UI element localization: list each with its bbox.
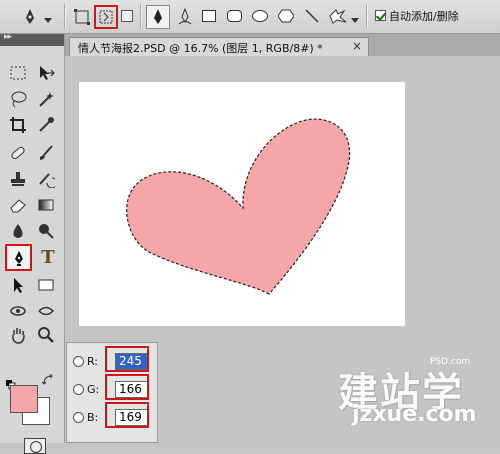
preset-dropdown-arrow-icon[interactable] <box>44 13 52 23</box>
green-radio[interactable] <box>73 384 84 395</box>
red-label: R: <box>87 355 99 368</box>
freeform-pen-icon[interactable] <box>176 7 194 27</box>
eraser-tool-icon[interactable] <box>6 194 30 216</box>
crop-tool-icon[interactable] <box>6 114 30 136</box>
green-value-highlight <box>105 374 149 400</box>
paths-mode-button[interactable] <box>94 5 118 29</box>
marquee-tool-icon[interactable] <box>6 62 30 84</box>
zoom-tool-icon[interactable] <box>34 324 58 346</box>
eyedropper-icon[interactable] <box>34 114 58 136</box>
document-tab[interactable]: 情人节海报2.PSD @ 16.7% (图层 1, RGB/8#) * × <box>69 37 369 56</box>
pen-tool-preset-icon[interactable] <box>20 7 40 27</box>
green-label: G: <box>87 383 100 396</box>
clone-stamp-icon[interactable] <box>6 168 30 190</box>
dodge-tool-icon[interactable] <box>34 220 58 242</box>
pen-tool-icon[interactable] <box>5 244 32 271</box>
document-tab-title: 情人节海报2.PSD @ 16.7% (图层 1, RGB/8#) * <box>78 42 323 55</box>
blue-label: B: <box>87 411 99 424</box>
heart-selection[interactable] <box>79 82 405 326</box>
custom-shape-tool-icon[interactable] <box>328 7 348 25</box>
toolbox: ▸▸ T <box>0 32 65 454</box>
healing-brush-icon[interactable] <box>6 142 30 164</box>
history-brush-icon[interactable] <box>34 168 58 190</box>
shape-layers-icon[interactable] <box>74 9 90 25</box>
auto-add-delete-checkbox[interactable] <box>375 10 386 21</box>
close-icon[interactable]: × <box>352 39 362 53</box>
shape-dropdown-arrow-icon[interactable] <box>351 13 359 23</box>
red-value-highlight <box>105 346 149 372</box>
move-tool-icon[interactable] <box>34 62 58 84</box>
red-radio[interactable] <box>73 356 84 367</box>
swap-colors-icon[interactable] <box>41 373 54 386</box>
rectangle-shape-tool-icon[interactable] <box>34 274 58 296</box>
path-selection-icon[interactable] <box>6 274 30 296</box>
3d-orbit-tool-icon[interactable] <box>34 300 58 322</box>
brush-tool-icon[interactable] <box>34 142 58 164</box>
blue-radio[interactable] <box>73 412 84 423</box>
foreground-color-swatch[interactable] <box>10 385 38 413</box>
polygon-tool-icon[interactable] <box>277 8 295 24</box>
options-bar: 自动添加/删除 <box>0 0 500 34</box>
line-tool-icon[interactable] <box>304 8 320 24</box>
type-tool-icon[interactable]: T <box>36 246 60 268</box>
document-tab-strip: 情人节海报2.PSD @ 16.7% (图层 1, RGB/8#) * × <box>65 34 500 56</box>
pen-tool-option-icon[interactable] <box>146 5 170 29</box>
rounded-rectangle-tool-icon[interactable] <box>227 10 242 22</box>
toolbox-header[interactable]: ▸▸ <box>0 32 64 46</box>
quick-mask-icon[interactable] <box>24 438 46 454</box>
3d-rotate-tool-icon[interactable] <box>6 300 30 322</box>
rectangle-tool-icon[interactable] <box>202 10 216 22</box>
hand-tool-icon[interactable] <box>6 324 30 346</box>
document-canvas[interactable] <box>79 82 405 326</box>
blue-value-highlight <box>105 402 149 428</box>
ellipse-tool-icon[interactable] <box>252 10 268 22</box>
magic-wand-icon[interactable] <box>34 88 58 110</box>
gradient-tool-icon[interactable] <box>34 194 58 216</box>
blur-tool-icon[interactable] <box>6 220 30 242</box>
auto-add-delete-label: 自动添加/删除 <box>389 10 459 23</box>
fill-pixels-button[interactable] <box>121 10 133 22</box>
watermark-url: jzxue.com <box>352 402 477 427</box>
lasso-tool-icon[interactable] <box>6 88 30 110</box>
